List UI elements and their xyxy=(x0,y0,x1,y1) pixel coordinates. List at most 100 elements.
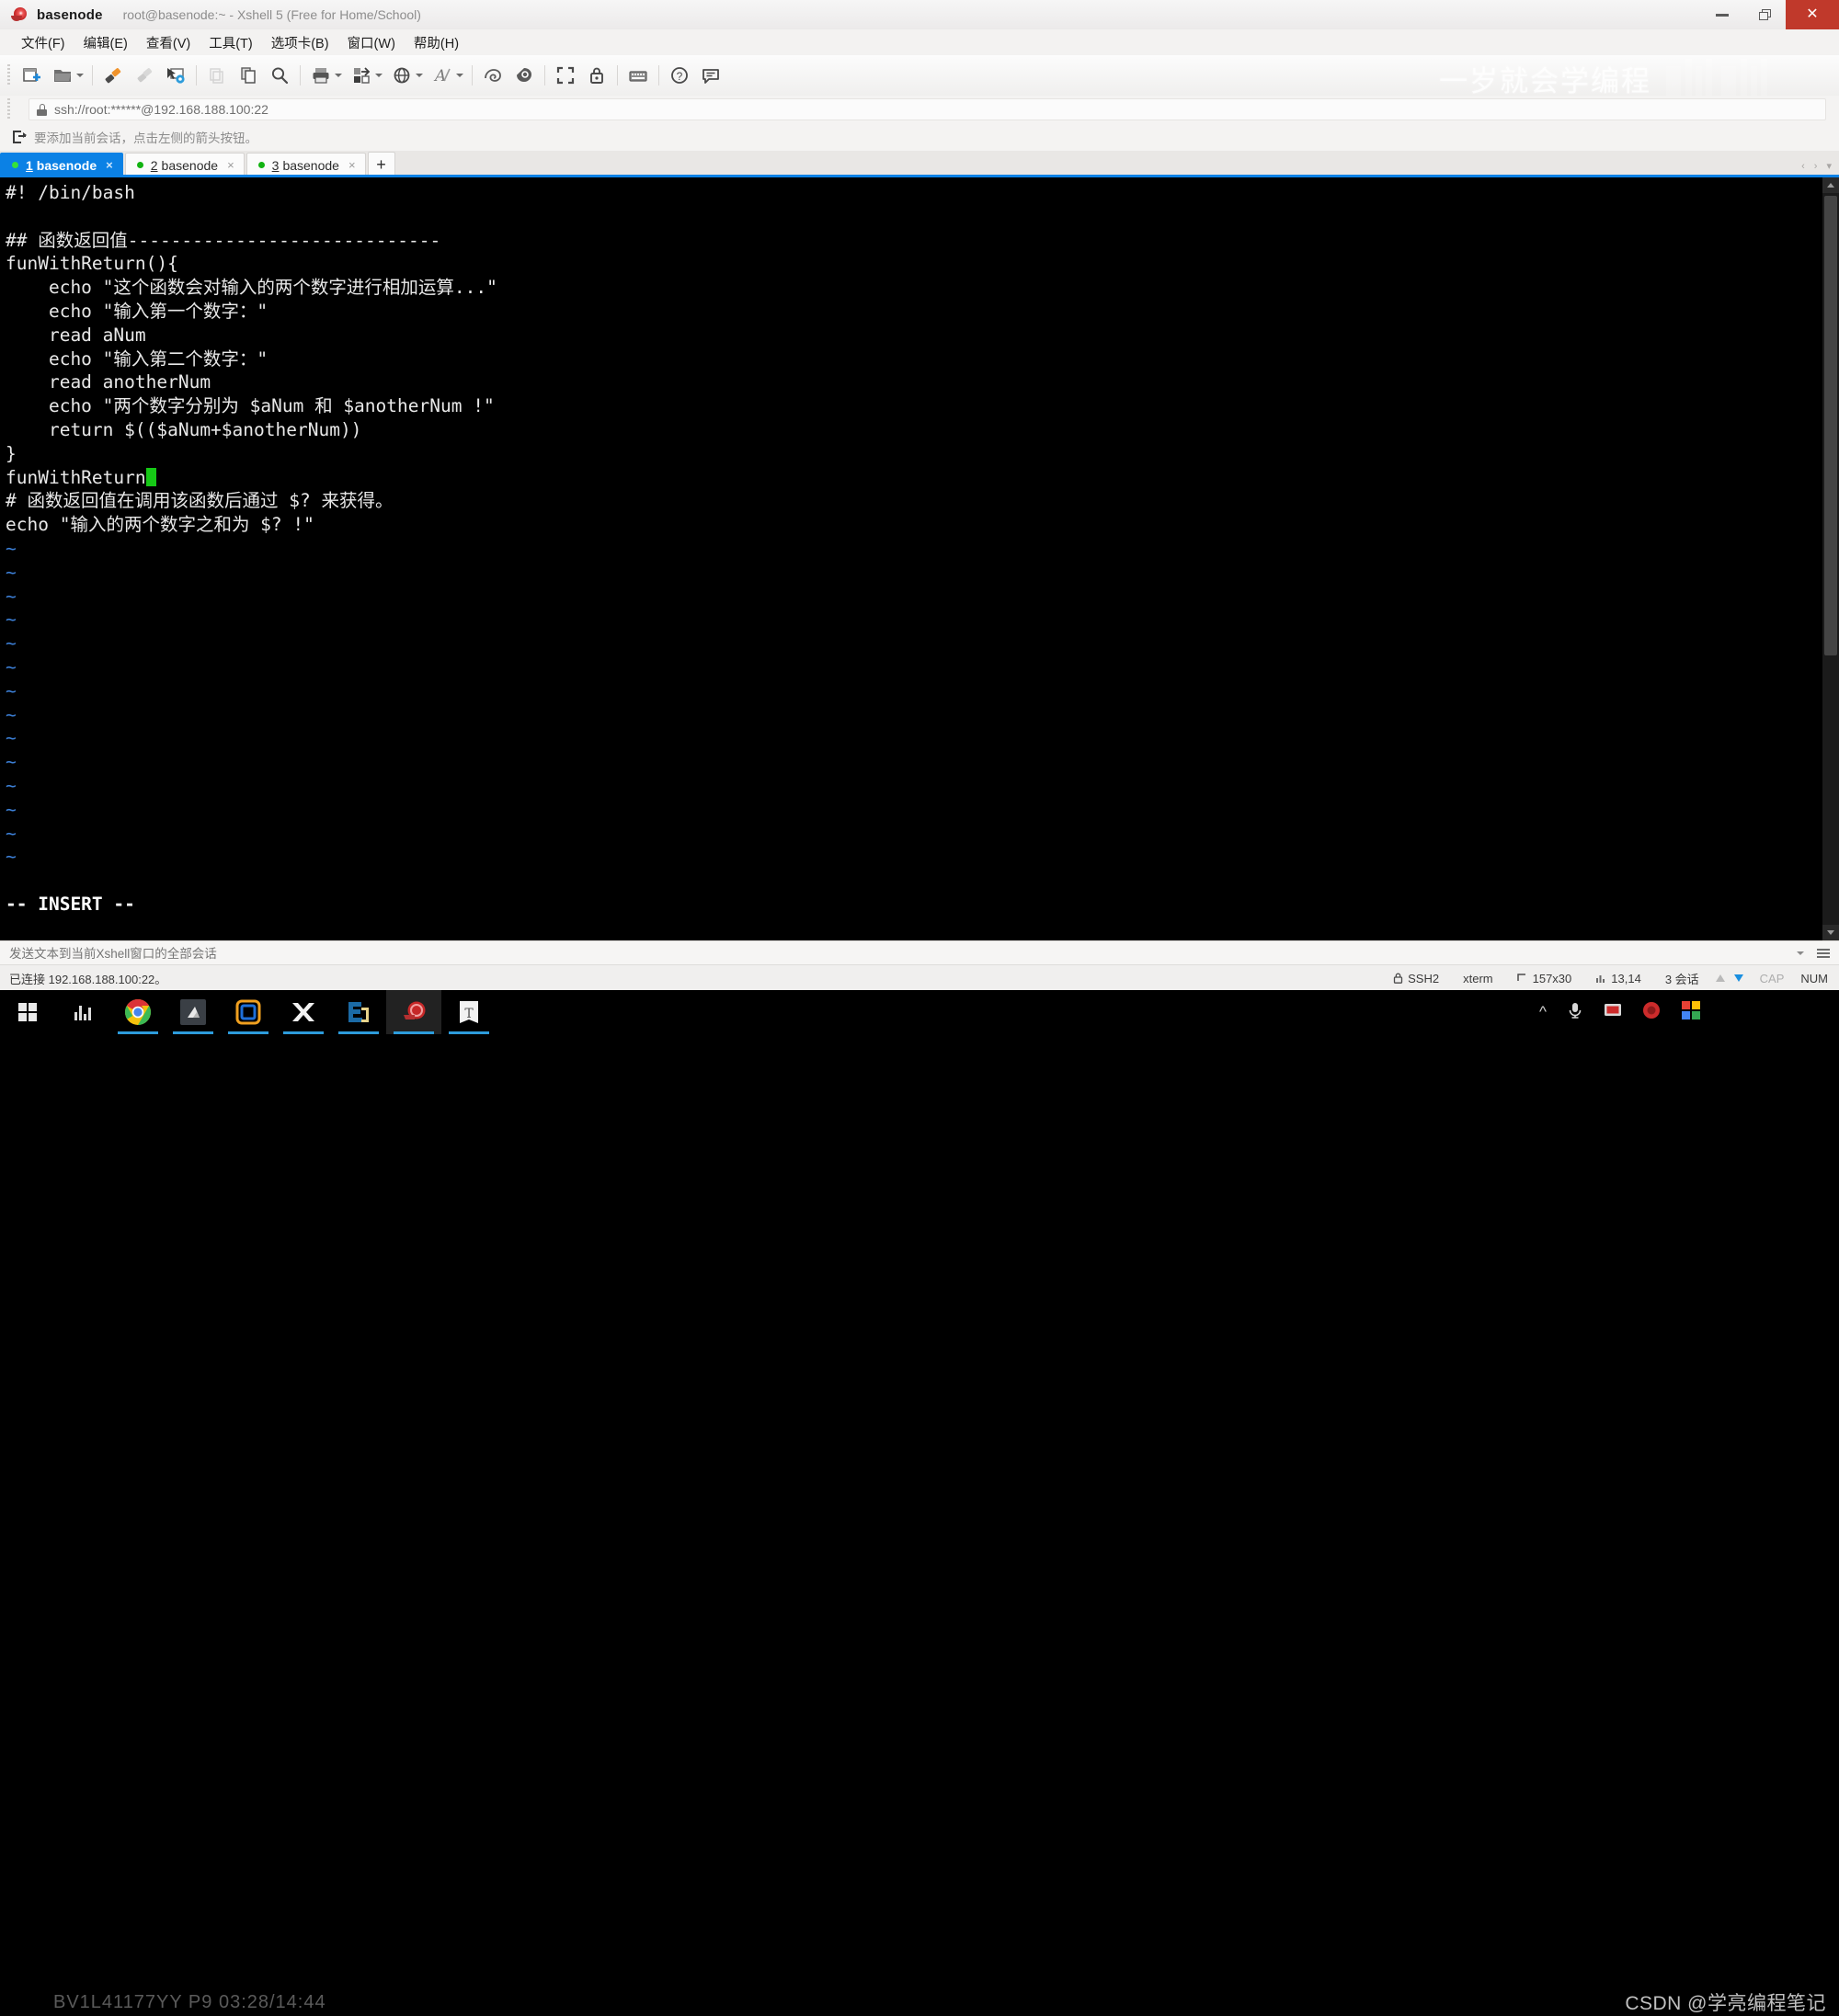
toolbar-separator xyxy=(196,65,197,85)
system-tray: ^ xyxy=(1539,1000,1839,1025)
tab-scroll-left-icon[interactable]: ‹ xyxy=(1801,161,1805,172)
status-dot-icon xyxy=(257,162,265,168)
tab-label: basenode xyxy=(161,157,219,173)
tab-menu-icon[interactable]: ▾ xyxy=(1826,160,1832,172)
find-icon[interactable] xyxy=(264,61,295,90)
font-icon[interactable]: A xyxy=(427,61,458,90)
scroll-down-icon[interactable] xyxy=(1822,925,1839,940)
lock-icon[interactable] xyxy=(581,61,612,90)
globe-icon[interactable] xyxy=(386,61,417,90)
terminal-scrollbar[interactable] xyxy=(1822,177,1839,940)
menu-window[interactable]: 窗口(W) xyxy=(339,29,404,56)
close-tab-icon[interactable]: × xyxy=(348,158,356,172)
new-session-icon[interactable] xyxy=(16,61,47,90)
send-command-input[interactable] xyxy=(0,945,1797,962)
window-controls: ✕ xyxy=(1701,0,1839,29)
transfer-file-icon[interactable] xyxy=(346,61,377,90)
menu-edit[interactable]: 编辑(E) xyxy=(75,29,136,56)
tab-number: 3 xyxy=(271,157,280,173)
menu-view[interactable]: 查看(V) xyxy=(138,29,199,56)
tab-1-basenode[interactable]: 1 basenode × xyxy=(0,153,123,177)
app-name: basenode xyxy=(37,6,103,23)
taskbar-bilibili[interactable] xyxy=(55,990,110,1034)
maximize-button[interactable] xyxy=(1743,0,1786,29)
scroll-thumb[interactable] xyxy=(1824,196,1837,655)
taskbar-app-blue[interactable] xyxy=(221,990,276,1034)
close-tab-icon[interactable]: × xyxy=(227,158,234,172)
terminal-line: ~ xyxy=(6,846,17,868)
csdn-icon[interactable] xyxy=(1681,1000,1701,1025)
svg-text:A: A xyxy=(433,67,446,85)
terminal-line: ~ xyxy=(6,679,17,701)
terminal-line: echo "这个函数会对输入的两个数字进行相加运算..." xyxy=(6,277,497,299)
tab-nav: ‹ › ▾ xyxy=(1801,160,1832,173)
svg-text:T: T xyxy=(464,1007,474,1021)
menu-file[interactable]: 文件(F) xyxy=(13,29,74,56)
send-menu-icon[interactable] xyxy=(1817,948,1830,959)
taskbar-editplus[interactable] xyxy=(331,990,386,1034)
close-tab-icon[interactable]: × xyxy=(106,158,113,172)
toolbar-grip[interactable] xyxy=(7,64,10,86)
close-button[interactable]: ✕ xyxy=(1786,0,1839,29)
csdn-watermark: CSDN @学亮编程笔记 xyxy=(1625,1988,1826,2016)
tab-strip: 1 basenode × 2 basenode × 3 basenode × +… xyxy=(0,151,1839,177)
toolbar-separator xyxy=(300,65,301,85)
title-bar: basenode root@basenode:~ - Xshell 5 (Fre… xyxy=(0,0,1839,30)
terminal-line: } xyxy=(6,442,17,464)
xmind-icon xyxy=(292,1003,314,1021)
taskbar-typora[interactable]: T xyxy=(441,990,497,1034)
menu-tabs[interactable]: 选项卡(B) xyxy=(263,29,337,56)
menu-tools[interactable]: 工具(T) xyxy=(200,29,261,56)
taskbar-chrome[interactable] xyxy=(110,990,166,1034)
session-properties-icon[interactable] xyxy=(160,61,191,90)
address-input[interactable]: ssh://root:******@192.168.188.100:22 xyxy=(29,98,1826,120)
comment-icon[interactable] xyxy=(695,61,726,90)
terminal-screen[interactable]: #! /bin/bash ## 函数返回值-------------------… xyxy=(0,177,1839,940)
address-bar-row: ssh://root:******@192.168.188.100:22 xyxy=(0,96,1839,123)
terminal-line: # 函数返回值在调用该函数后通过 $? 来获得。 xyxy=(6,490,394,512)
address-bar-grip[interactable] xyxy=(7,98,10,120)
send-dropdown-caret[interactable] xyxy=(1797,951,1804,955)
connect-icon[interactable] xyxy=(97,61,129,90)
editplus-icon xyxy=(348,1002,369,1022)
taskbar-xshell[interactable] xyxy=(386,990,441,1034)
copy-disabled-icon xyxy=(201,61,233,90)
xftp-icon[interactable] xyxy=(477,61,508,90)
lock-icon xyxy=(1393,973,1403,984)
status-right-group: SSH2 xterm 157x30 13,14 3 会话 CAP NUM xyxy=(1369,970,1839,987)
paste-icon[interactable] xyxy=(233,61,264,90)
toolbar-separator xyxy=(92,65,93,85)
keyboard-icon[interactable] xyxy=(623,61,654,90)
snail-icon xyxy=(404,1001,426,1019)
scroll-up-icon[interactable] xyxy=(1822,177,1839,193)
terminal-line: return $(($aNum+$anotherNum)) xyxy=(6,418,362,440)
start-button[interactable] xyxy=(0,990,55,1034)
menu-bar: 文件(F) 编辑(E) 查看(V) 工具(T) 选项卡(B) 窗口(W) 帮助(… xyxy=(0,29,1839,56)
xftp-alt-icon[interactable] xyxy=(508,61,540,90)
print-icon[interactable] xyxy=(305,61,337,90)
chevron-up-icon[interactable]: ^ xyxy=(1539,1003,1547,1021)
record-icon[interactable] xyxy=(1642,1001,1661,1024)
tab-2-basenode[interactable]: 2 basenode × xyxy=(124,153,245,177)
tab-3-basenode[interactable]: 3 basenode × xyxy=(246,153,366,177)
help-icon[interactable]: ? xyxy=(664,61,695,90)
microphone-icon[interactable] xyxy=(1567,1001,1583,1024)
fullscreen-icon[interactable] xyxy=(550,61,581,90)
menu-help[interactable]: 帮助(H) xyxy=(405,29,467,56)
status-dot-icon xyxy=(136,162,143,168)
close-icon: ✕ xyxy=(1806,6,1819,22)
new-tab-button[interactable]: + xyxy=(367,152,395,177)
terminal-cursor xyxy=(145,467,156,486)
tab-scroll-right-icon[interactable]: › xyxy=(1814,161,1818,172)
chrome-icon xyxy=(125,999,151,1025)
toolbar-separator xyxy=(472,65,473,85)
open-folder-icon[interactable] xyxy=(47,61,78,90)
disconnect-icon[interactable] xyxy=(129,61,160,90)
screen-icon[interactable] xyxy=(1604,1003,1622,1022)
send-command-bar xyxy=(0,940,1839,965)
add-session-arrow-icon[interactable] xyxy=(13,130,27,144)
taskbar-xmind[interactable] xyxy=(276,990,331,1034)
minimize-button[interactable] xyxy=(1701,0,1743,29)
taskbar-video[interactable] xyxy=(166,990,221,1034)
svg-text:?: ? xyxy=(677,70,683,83)
